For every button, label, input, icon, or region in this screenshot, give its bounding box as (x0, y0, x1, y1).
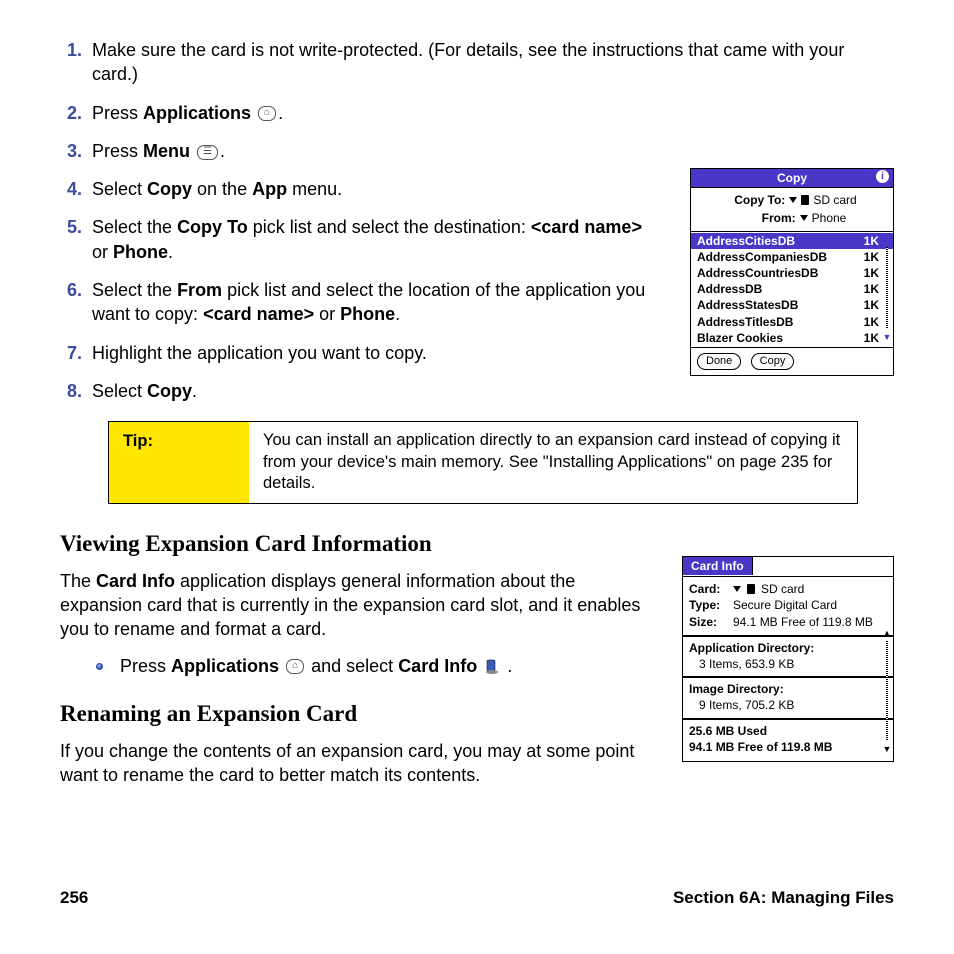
copy-dialog: Copy i Copy To: SD card From: Phone Addr… (690, 168, 894, 376)
tip-label: Tip: (109, 422, 249, 502)
cardinfo-card-picklist[interactable]: SD card (733, 581, 804, 597)
step-body: Press Menu ☰. (92, 139, 894, 163)
step-body: Select Copy. (92, 379, 894, 403)
copy-to-picklist[interactable]: SD card (789, 192, 856, 208)
copy-button[interactable]: Copy (751, 353, 795, 370)
cardinfo-icon (484, 659, 500, 675)
page-number: 256 (60, 887, 88, 910)
copy-dialog-picks: Copy To: SD card From: Phone (691, 188, 893, 230)
step-num: 3. (60, 139, 92, 163)
cardinfo-usage: 25.6 MB Used 94.1 MB Free of 119.8 MB (683, 718, 893, 761)
from-label: From: (738, 210, 796, 226)
menu-icon: ☰ (197, 145, 218, 160)
bullet-icon (96, 663, 103, 670)
applications-icon: ⌂ (286, 659, 304, 674)
chevron-down-icon (733, 586, 741, 592)
step-num: 1. (60, 38, 92, 87)
step-num: 7. (60, 341, 92, 365)
step-num: 8. (60, 379, 92, 403)
list-item[interactable]: Blazer Cookies1K (691, 330, 893, 346)
copy-dialog-list: AddressCitiesDB1KAddressCompaniesDB1KAdd… (691, 231, 893, 347)
step-num: 2. (60, 101, 92, 125)
cardinfo-panel: Card Info Card: SD card Type: Secure Dig… (682, 556, 894, 762)
section-label: Section 6A: Managing Files (673, 887, 894, 910)
info-icon[interactable]: i (876, 170, 889, 183)
from-picklist[interactable]: Phone (800, 210, 847, 226)
list-item[interactable]: AddressCountriesDB1K (691, 265, 893, 281)
list-item[interactable]: AddressStatesDB1K (691, 297, 893, 313)
step-num: 6. (60, 278, 92, 327)
tip-box: Tip: You can install an application dire… (108, 421, 858, 503)
sdcard-icon (747, 584, 755, 594)
step-num: 5. (60, 215, 92, 264)
copy-to-label: Copy To: (727, 192, 785, 208)
copy-dialog-titlebar: Copy i (691, 169, 893, 188)
scrollbar[interactable]: ▲ ▼ (883, 627, 891, 755)
cardinfo-header: Card: SD card Type: Secure Digital Card … (683, 576, 893, 635)
cardinfo-appdir: Application Directory: 3 Items, 653.9 KB (683, 635, 893, 676)
copy-dialog-title: Copy (777, 171, 807, 185)
scroll-down-icon[interactable]: ▼ (883, 331, 892, 343)
step-body: Make sure the card is not write-protecte… (92, 38, 894, 87)
step-body: Press Applications ⌂. (92, 101, 894, 125)
chevron-down-icon (800, 215, 808, 221)
cardinfo-type: Secure Digital Card (733, 597, 837, 613)
cardinfo-size: 94.1 MB Free of 119.8 MB (733, 614, 873, 630)
page-footer: 256 Section 6A: Managing Files (60, 887, 894, 910)
scrollbar[interactable]: ▲ ▼ (883, 233, 891, 343)
cardinfo-imgdir: Image Directory: 9 Items, 705.2 KB (683, 676, 893, 717)
sdcard-icon (801, 195, 809, 205)
heading-viewing: Viewing Expansion Card Information (60, 528, 894, 559)
chevron-down-icon (789, 197, 797, 203)
list-item[interactable]: AddressCompaniesDB1K (691, 249, 893, 265)
scroll-up-icon[interactable]: ▲ (883, 627, 892, 639)
list-item[interactable]: AddressCitiesDB1K (691, 233, 893, 249)
done-button[interactable]: Done (697, 353, 741, 370)
tip-body: You can install an application directly … (249, 422, 857, 502)
scroll-down-icon[interactable]: ▼ (883, 743, 892, 755)
applications-icon: ⌂ (258, 106, 276, 121)
step-num: 4. (60, 177, 92, 201)
list-item[interactable]: AddressDB1K (691, 281, 893, 297)
cardinfo-tab: Card Info (682, 556, 753, 575)
list-item[interactable]: AddressTitlesDB1K (691, 314, 893, 330)
scroll-up-icon[interactable]: ▲ (883, 233, 892, 245)
